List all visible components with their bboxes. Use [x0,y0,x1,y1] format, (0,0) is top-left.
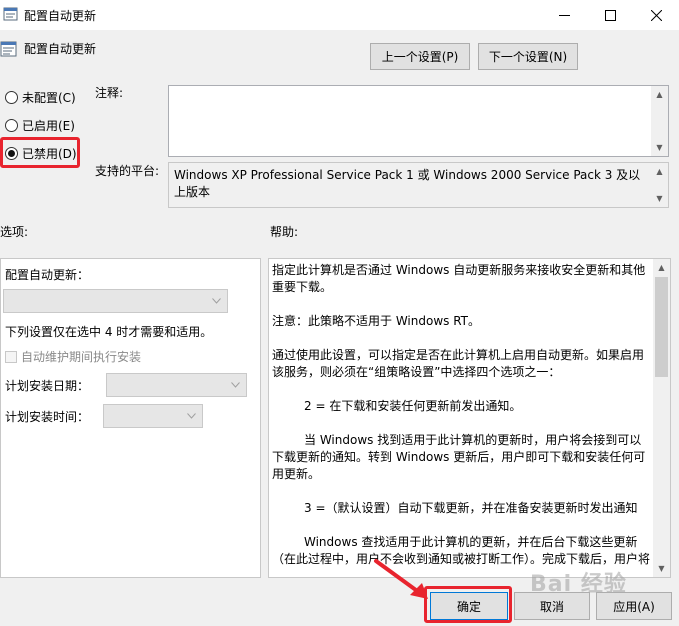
radio-enabled[interactable]: 已启用(E) [5,117,75,134]
title-bar: 配置自动更新 [0,0,679,30]
radio-label: 已禁用(D) [22,147,77,161]
radio-label: 未配置(C) [22,91,76,105]
scroll-down-icon[interactable]: ▼ [651,139,668,156]
maintenance-install-checkbox[interactable]: 自动维护期间执行安装 [5,348,141,365]
platform-field: Windows XP Professional Service Pack 1 或… [168,162,669,208]
help-paragraph: 3 =（默认设置）自动下载更新，并在准备安装更新时发出通知 [304,501,638,515]
comment-textarea[interactable]: ▲ ▼ [168,85,669,157]
scroll-down-icon[interactable]: ▼ [651,190,668,207]
help-paragraph: 2 = 在下载和安装任何更新前发出通知。 [304,399,522,413]
policy-name: 配置自动更新 [24,42,97,56]
platform-label: 支持的平台: [95,164,160,178]
schedule-time-combo[interactable] [103,404,203,428]
help-paragraph: 通过使用此设置，可以指定是否在此计算机上启用自动更新。如果启用该服务，则必须在“… [272,348,645,379]
minimize-button[interactable] [541,0,587,30]
cancel-button[interactable]: 取消 [514,592,590,620]
policy-setting-icon [0,41,17,57]
schedule-time-label: 计划安装时间： [5,410,90,424]
radio-circle [5,91,18,104]
maximize-icon [604,9,616,21]
ok-button[interactable]: 确定 [430,592,508,620]
comment-label: 注释: [95,86,124,100]
radio-disabled[interactable]: 已禁用(D) [5,145,77,162]
radio-circle [5,119,18,132]
help-panel: 指定此计算机是否通过 Windows 自动更新服务来接收安全更新和其他重要下载。… [268,258,671,578]
options-heading: 选项: [0,225,29,239]
help-scrollbar[interactable]: ▲ ▼ [653,259,670,577]
close-button[interactable] [633,0,679,30]
scroll-down-icon[interactable]: ▼ [653,560,670,577]
maintenance-install-label: 自动维护期间执行安装 [21,350,142,364]
scroll-up-icon[interactable]: ▲ [653,259,670,276]
policy-window-icon [3,7,18,21]
minimize-icon [558,14,570,16]
configure-updates-combo[interactable] [3,289,228,313]
schedule-day-combo[interactable] [106,373,247,397]
chevron-down-icon [231,382,240,388]
window-title: 配置自动更新 [24,9,97,23]
help-heading: 帮助: [270,225,299,239]
radio-selected-dot [8,150,15,157]
schedule-day-label: 计划安装日期： [5,379,90,393]
checkbox-box [5,350,17,363]
scroll-up-icon[interactable]: ▲ [651,163,668,180]
help-paragraph: Windows 查找适用于此计算机的更新，并在后台下载这些更新（在此过程中，用户… [272,535,651,566]
chevron-down-icon [187,413,196,419]
platform-scrollbar[interactable]: ▲ ▼ [651,163,668,207]
maximize-button[interactable] [587,0,633,30]
scroll-thumb[interactable] [655,277,668,377]
help-text: 指定此计算机是否通过 Windows 自动更新服务来接收安全更新和其他重要下载。… [272,262,652,568]
help-paragraph: 注意：此策略不适用于 Windows RT。 [272,314,480,328]
help-paragraph: 当 Windows 找到适用于此计算机的更新时，用户将会接到可以下载更新的通知。… [272,433,646,481]
platform-value: Windows XP Professional Service Pack 1 或… [174,168,641,199]
apply-button[interactable]: 应用(A) [596,592,672,620]
comment-scrollbar[interactable]: ▲ ▼ [651,86,668,156]
previous-setting-button[interactable]: 上一个设置(P) [370,43,470,70]
help-paragraph: 指定此计算机是否通过 Windows 自动更新服务来接收安全更新和其他重要下载。 [272,263,646,294]
close-icon [650,9,662,21]
options-panel: 配置自动更新： 下列设置仅在选中 4 时才需要和适用。 自动维护期间执行安装 计… [0,258,261,578]
configure-updates-label: 配置自动更新： [5,268,90,282]
schedule-note: 下列设置仅在选中 4 时才需要和适用。 [5,325,213,339]
chevron-down-icon [212,298,221,304]
pointer-arrow-icon [374,559,428,599]
radio-label: 已启用(E) [22,119,75,133]
next-setting-button[interactable]: 下一个设置(N) [478,43,578,70]
radio-circle [5,147,18,160]
scroll-up-icon[interactable]: ▲ [651,86,668,103]
radio-not-configured[interactable]: 未配置(C) [5,89,76,106]
